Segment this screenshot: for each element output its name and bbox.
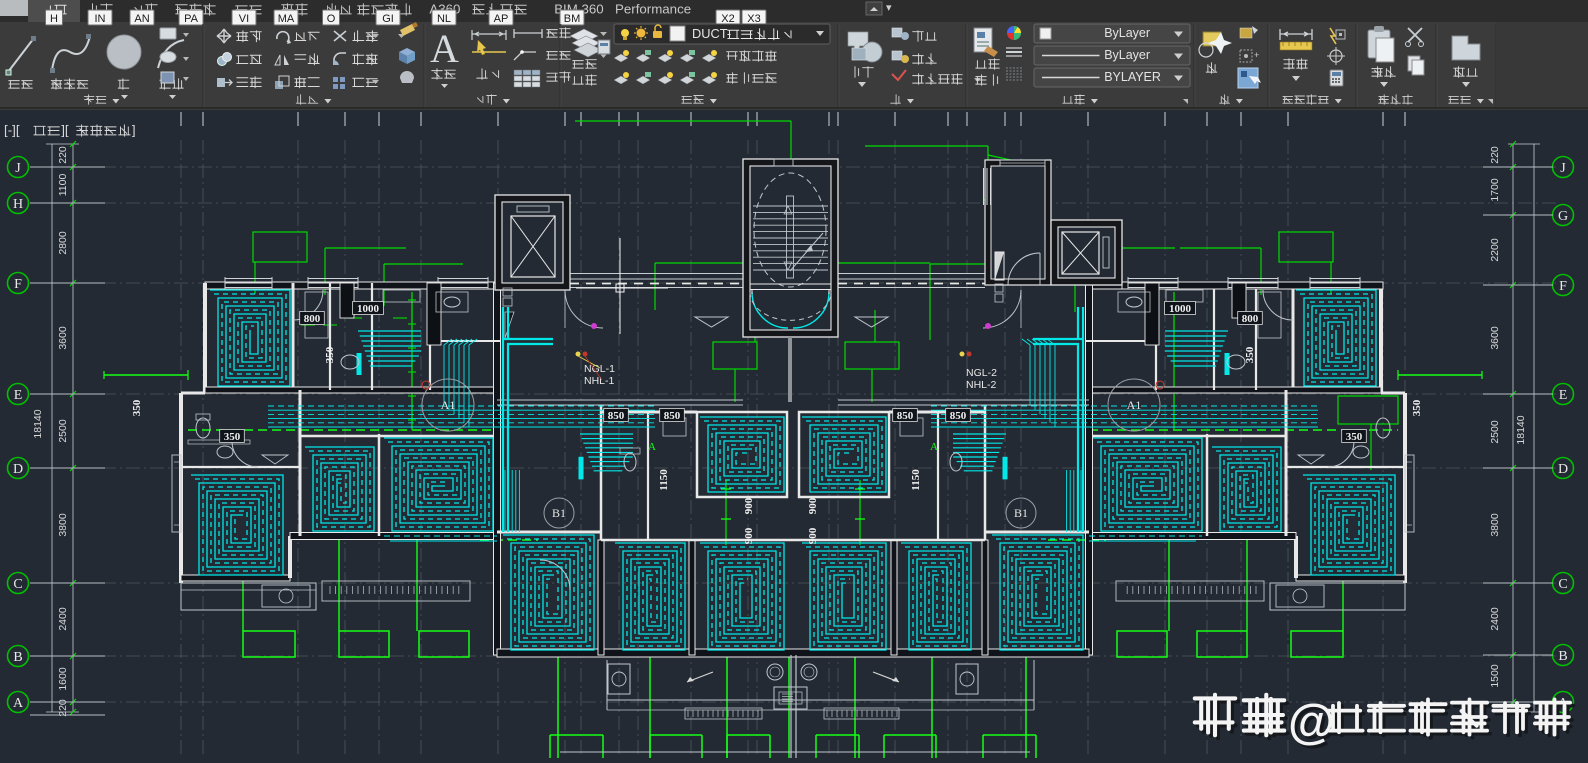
- svg-text:E: E: [1559, 388, 1568, 403]
- svg-text:BYLAYER: BYLAYER: [1104, 70, 1161, 84]
- svg-text:NGL-1: NGL-1: [584, 363, 615, 375]
- svg-text:Performance: Performance: [615, 2, 691, 17]
- svg-text:A: A: [648, 441, 656, 453]
- svg-text:350: 350: [131, 399, 143, 416]
- svg-text:1600: 1600: [57, 667, 69, 691]
- svg-text:J: J: [15, 161, 21, 176]
- svg-text:1000: 1000: [1169, 303, 1192, 315]
- svg-text:F: F: [1559, 279, 1567, 294]
- svg-text:350: 350: [224, 431, 241, 443]
- svg-text:850: 850: [950, 410, 967, 422]
- svg-text:NHL-2: NHL-2: [966, 379, 997, 391]
- svg-text:D: D: [1558, 462, 1568, 477]
- svg-text:2400: 2400: [57, 607, 69, 631]
- svg-text:18140: 18140: [1515, 415, 1527, 444]
- svg-text:IN: IN: [95, 13, 106, 25]
- svg-text:H: H: [13, 197, 23, 212]
- svg-text:1000: 1000: [357, 303, 380, 315]
- svg-text:D: D: [13, 462, 23, 477]
- svg-text:[-][: [-][: [4, 123, 20, 138]
- svg-text:X3: X3: [747, 13, 760, 25]
- svg-text:O: O: [327, 13, 336, 25]
- svg-text:A1: A1: [441, 398, 456, 412]
- svg-text:@: @: [1288, 696, 1335, 749]
- svg-text:]: ]: [132, 123, 136, 138]
- svg-text:AP: AP: [494, 13, 509, 25]
- svg-text:B1: B1: [552, 506, 566, 520]
- svg-text:3600: 3600: [57, 326, 69, 350]
- svg-text:+: +: [1254, 50, 1259, 60]
- svg-text:E: E: [14, 388, 23, 403]
- svg-text:900: 900: [807, 497, 819, 514]
- svg-text:2400: 2400: [1489, 607, 1501, 631]
- svg-text:H: H: [50, 13, 58, 25]
- svg-text:2500: 2500: [1489, 420, 1501, 444]
- svg-text:][: ][: [61, 123, 69, 138]
- svg-text:ByLayer: ByLayer: [1104, 26, 1150, 40]
- svg-text:ByLayer: ByLayer: [1104, 48, 1150, 62]
- svg-text:F: F: [14, 277, 22, 292]
- svg-text:350: 350: [1346, 431, 1363, 443]
- svg-text:220: 220: [57, 146, 69, 164]
- svg-text:C: C: [13, 577, 22, 592]
- svg-text:350: 350: [324, 346, 336, 363]
- svg-text:GI: GI: [382, 13, 394, 25]
- svg-text:1700: 1700: [1489, 178, 1501, 202]
- svg-text:PA: PA: [184, 13, 199, 25]
- svg-text:1150: 1150: [910, 469, 922, 491]
- svg-text:800: 800: [1242, 313, 1259, 325]
- svg-text:3800: 3800: [1489, 513, 1501, 537]
- svg-text:BM: BM: [564, 13, 581, 25]
- svg-text:B: B: [1558, 649, 1567, 664]
- svg-text:A: A: [930, 441, 938, 453]
- svg-text:800: 800: [304, 313, 321, 325]
- svg-text:A: A: [13, 696, 24, 711]
- svg-text:▾: ▾: [886, 2, 892, 14]
- svg-text:1150: 1150: [658, 469, 670, 491]
- svg-text:3800: 3800: [57, 513, 69, 537]
- svg-text:850: 850: [608, 410, 625, 422]
- svg-text:1500: 1500: [1489, 664, 1501, 688]
- svg-text:NL: NL: [437, 13, 451, 25]
- svg-text:900: 900: [743, 527, 755, 544]
- svg-text:2800: 2800: [57, 231, 69, 255]
- svg-text:NGL-2: NGL-2: [966, 367, 997, 379]
- svg-text:1100: 1100: [57, 174, 69, 197]
- svg-text:850: 850: [664, 410, 681, 422]
- svg-text:A1: A1: [1127, 398, 1142, 412]
- svg-text:MA: MA: [278, 13, 295, 25]
- svg-text:G: G: [1558, 209, 1568, 224]
- svg-text:220: 220: [1489, 146, 1501, 164]
- svg-text:3600: 3600: [1489, 326, 1501, 350]
- svg-text:18140: 18140: [32, 409, 44, 438]
- svg-text:DUCT-: DUCT-: [692, 26, 731, 41]
- svg-text:2200: 2200: [1489, 238, 1501, 262]
- svg-text:C: C: [1558, 577, 1567, 592]
- svg-text:B: B: [13, 650, 22, 665]
- svg-text:A: A: [430, 26, 459, 71]
- svg-text:B1: B1: [1014, 506, 1028, 520]
- svg-text:900: 900: [807, 527, 819, 544]
- svg-text:350: 350: [1244, 346, 1256, 363]
- svg-text:2500: 2500: [57, 419, 69, 443]
- svg-text:J: J: [1560, 161, 1566, 176]
- svg-text:350: 350: [1411, 399, 1423, 416]
- svg-text:X2: X2: [721, 13, 734, 25]
- svg-text:AN: AN: [134, 13, 149, 25]
- svg-text:VI: VI: [239, 13, 249, 25]
- svg-text:850: 850: [897, 410, 914, 422]
- svg-text:900: 900: [743, 497, 755, 514]
